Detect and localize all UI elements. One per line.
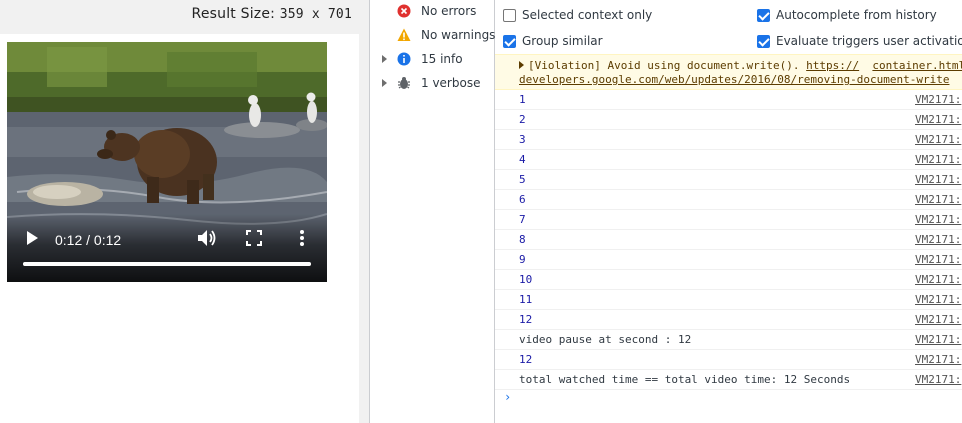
video-controls: 0:12 / 0:12 [7, 214, 327, 282]
filter-warnings[interactable]: No warnings [370, 24, 496, 48]
log-source-link[interactable]: VM2171: [915, 193, 961, 206]
video-time: 0:12 / 0:12 [55, 232, 122, 248]
expand-arrow-icon[interactable] [382, 55, 387, 63]
selected-context-only-setting[interactable]: Selected context only [503, 5, 652, 25]
group-similar-label: Group similar [522, 34, 603, 48]
console-log-list: 1 VM2171: 2 VM2171: 3 VM2171: 4 VM2171: 5 VM2171:… [495, 90, 962, 390]
evaluate-triggers-label: Evaluate triggers user activation [776, 34, 962, 48]
log-source-link[interactable]: VM2171: [915, 213, 961, 226]
violation-link-https[interactable]: https:// [806, 59, 859, 72]
log-source-link[interactable]: VM2171: [915, 173, 961, 186]
error-icon [397, 4, 411, 18]
console-settings: Selected context only Group similar Auto… [495, 0, 962, 52]
log-message: 2 [519, 113, 526, 126]
autocomplete-history-label: Autocomplete from history [776, 8, 937, 22]
prompt-caret-icon: › [504, 390, 512, 404]
selected-context-only-checkbox[interactable] [503, 8, 516, 22]
console-log-row: 9 VM2171: [495, 250, 962, 270]
play-icon[interactable] [25, 230, 39, 246]
violation-line: [Violation] Avoid using document.write()… [519, 59, 962, 72]
result-pane: Result Size: 359 x 701 0:12 / 0:12 [0, 0, 369, 423]
filter-verbose-label: 1 verbose [421, 76, 481, 90]
verbose-bug-icon [398, 77, 410, 89]
log-message: 1 [519, 93, 526, 106]
log-message: 9 [519, 253, 526, 266]
log-message: 6 [519, 193, 526, 206]
filter-errors-label: No errors [421, 4, 477, 18]
more-options-icon[interactable] [299, 229, 305, 247]
filter-info[interactable]: 15 info [370, 48, 494, 72]
log-message: 7 [519, 213, 526, 226]
log-message: 11 [519, 293, 533, 306]
violation-link-developers[interactable]: developers.google.com/web/updates/2016/0… [519, 73, 949, 86]
console-log-row: 12 VM2171: [495, 310, 962, 330]
log-source-link[interactable]: VM2171: [915, 113, 961, 126]
expand-triangle-icon[interactable] [519, 61, 524, 69]
warning-icon [397, 28, 411, 41]
log-message: 10 [519, 273, 533, 286]
result-size-label: Result Size: [191, 6, 276, 22]
log-source-link[interactable]: VM2171: [915, 133, 961, 146]
console-log-row: 10 VM2171: [495, 270, 962, 290]
log-source-link[interactable]: VM2171: [915, 253, 961, 266]
log-message: 5 [519, 173, 526, 186]
log-message: 3 [519, 133, 526, 146]
log-message: 12 [519, 353, 533, 366]
video-progress-fill [23, 262, 311, 266]
log-message: total watched time == total video time: … [519, 373, 851, 386]
log-source-link[interactable]: VM2171: [915, 333, 961, 346]
console-log-row: 6 VM2171: [495, 190, 962, 210]
log-source-link[interactable]: VM2171: [915, 313, 961, 326]
group-similar-setting[interactable]: Group similar [503, 31, 603, 51]
selected-context-only-label: Selected context only [522, 8, 653, 22]
console-log-row: video pause at second : 12 VM2171: [495, 330, 962, 350]
console-sidebar: No errors No warnings 15 info 1 verbose [369, 0, 495, 423]
result-size: Result Size: 359 x 701 [192, 6, 352, 22]
expand-arrow-icon[interactable] [382, 79, 387, 87]
result-frame: 0:12 / 0:12 [0, 34, 359, 423]
filter-verbose[interactable]: 1 verbose [370, 72, 494, 96]
log-message: 4 [519, 153, 526, 166]
log-message: video pause at second : 12 [519, 333, 692, 346]
console-log-row: 8 VM2171: [495, 230, 962, 250]
console-log-row: 3 VM2171: [495, 130, 962, 150]
volume-icon[interactable] [197, 229, 217, 247]
console-main: Selected context only Group similar Auto… [495, 0, 962, 423]
filter-errors[interactable]: No errors [370, 0, 494, 24]
autocomplete-history-setting[interactable]: Autocomplete from history [757, 5, 937, 25]
log-source-link[interactable]: VM2171: [915, 293, 961, 306]
console-prompt[interactable]: › [495, 390, 962, 406]
log-source-link[interactable]: VM2171: [915, 273, 961, 286]
video-player[interactable]: 0:12 / 0:12 [7, 42, 327, 282]
filter-info-label: 15 info [421, 52, 463, 66]
log-source-link[interactable]: VM2171: [915, 353, 961, 366]
log-source-link[interactable]: VM2171: [915, 233, 961, 246]
log-source-link[interactable]: VM2171: [915, 373, 961, 386]
autocomplete-history-checkbox[interactable] [757, 8, 770, 22]
log-source-link[interactable]: VM2171: [915, 93, 961, 106]
info-icon [397, 52, 411, 66]
group-similar-checkbox[interactable] [503, 34, 516, 48]
filter-warnings-label: No warnings [421, 28, 496, 42]
console-log-row: 12 VM2171: [495, 350, 962, 370]
console-log-row: 11 VM2171: [495, 290, 962, 310]
console-log-row: 2 VM2171: [495, 110, 962, 130]
evaluate-triggers-checkbox[interactable] [757, 34, 770, 48]
console-log-row: total watched time == total video time: … [495, 370, 962, 390]
log-source-link[interactable]: VM2171: [915, 153, 961, 166]
console-log-row: 5 VM2171: [495, 170, 962, 190]
console-log-row: 1 VM2171: [495, 90, 962, 110]
console-log-row: 4 VM2171: [495, 150, 962, 170]
log-message: 8 [519, 233, 526, 246]
video-progress-bar[interactable] [23, 262, 311, 266]
log-message: 12 [519, 313, 533, 326]
console-log-row: 7 VM2171: [495, 210, 962, 230]
violation-source[interactable]: container.html [872, 59, 962, 72]
violation-text: [Violation] Avoid using document.write()… [528, 59, 800, 72]
result-size-value: 359 x 701 [279, 7, 352, 22]
violation-message[interactable]: [Violation] Avoid using document.write()… [495, 54, 962, 90]
result-header: Result Size: 359 x 701 [0, 0, 369, 34]
evaluate-triggers-setting[interactable]: Evaluate triggers user activation [757, 31, 962, 51]
fullscreen-icon[interactable] [246, 230, 262, 246]
